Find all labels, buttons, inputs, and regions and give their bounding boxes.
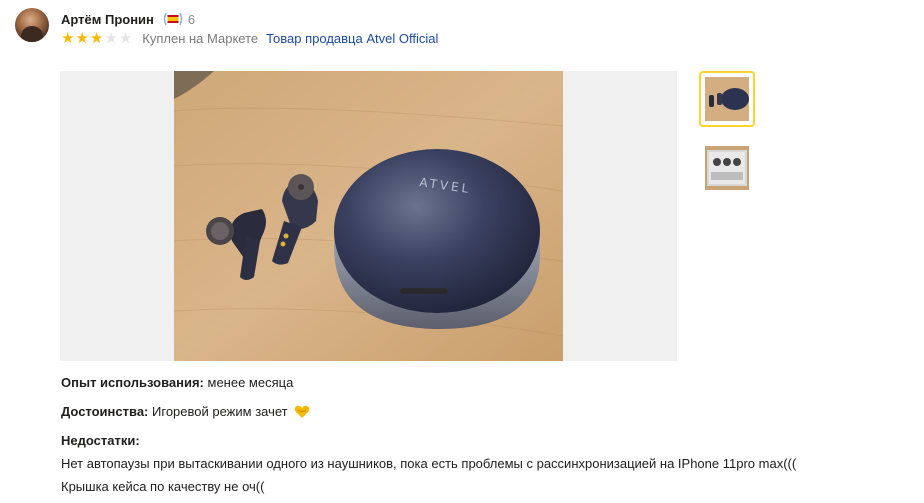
avatar[interactable]: [15, 8, 49, 42]
heart-hands-emoji-icon: [294, 404, 310, 424]
bought-on-market-label: Куплен на Маркете: [142, 30, 259, 46]
experience-value: менее месяца: [207, 375, 294, 390]
laurel-flag-badge-icon[interactable]: 6: [162, 11, 195, 27]
thumbnail-ear-tips-image: [705, 146, 749, 190]
experience-field: Опыт использования: менее месяца: [61, 374, 293, 392]
cons-text-line: Нет автопаузы при вытаскивании одного из…: [61, 456, 797, 471]
pros-value: Игоревой режим зачет: [152, 404, 288, 419]
star-icon: ★: [89, 29, 104, 47]
review-author: Артём Пронин 6: [61, 10, 195, 28]
badge-count: 6: [187, 11, 196, 27]
star-icon: ★: [104, 29, 118, 47]
photo-thumbnail-1[interactable]: [699, 71, 755, 127]
review-meta: ★ ★ ★ ★ ★ Куплен на Маркете Товар продавца A…: [61, 30, 438, 46]
pros-label: Достоинства:: [61, 404, 149, 419]
author-name[interactable]: Артём Пронин: [61, 12, 154, 27]
photo-thumbnail-2[interactable]: [699, 140, 755, 196]
star-icon: ★: [75, 29, 89, 47]
cons-text-line: Крышка кейса по качеству не оч((: [61, 479, 265, 494]
experience-label: Опыт использования:: [61, 375, 204, 390]
rating-stars: ★ ★ ★ ★ ★: [61, 31, 132, 46]
cons-label: Недостатки:: [61, 433, 140, 448]
pros-field: Достоинства: Игоревой режим зачет: [61, 403, 310, 424]
review-photo-main[interactable]: ATVEL: [174, 71, 563, 361]
seller-link[interactable]: Товар продавца Atvel Official: [266, 31, 438, 46]
cons-field: Недостатки:: [61, 432, 140, 450]
thumbnail-earbuds-image: [705, 77, 749, 121]
star-icon: ★: [61, 29, 75, 47]
photo-viewer[interactable]: ATVEL: [60, 71, 677, 361]
star-icon: ★: [118, 29, 133, 47]
